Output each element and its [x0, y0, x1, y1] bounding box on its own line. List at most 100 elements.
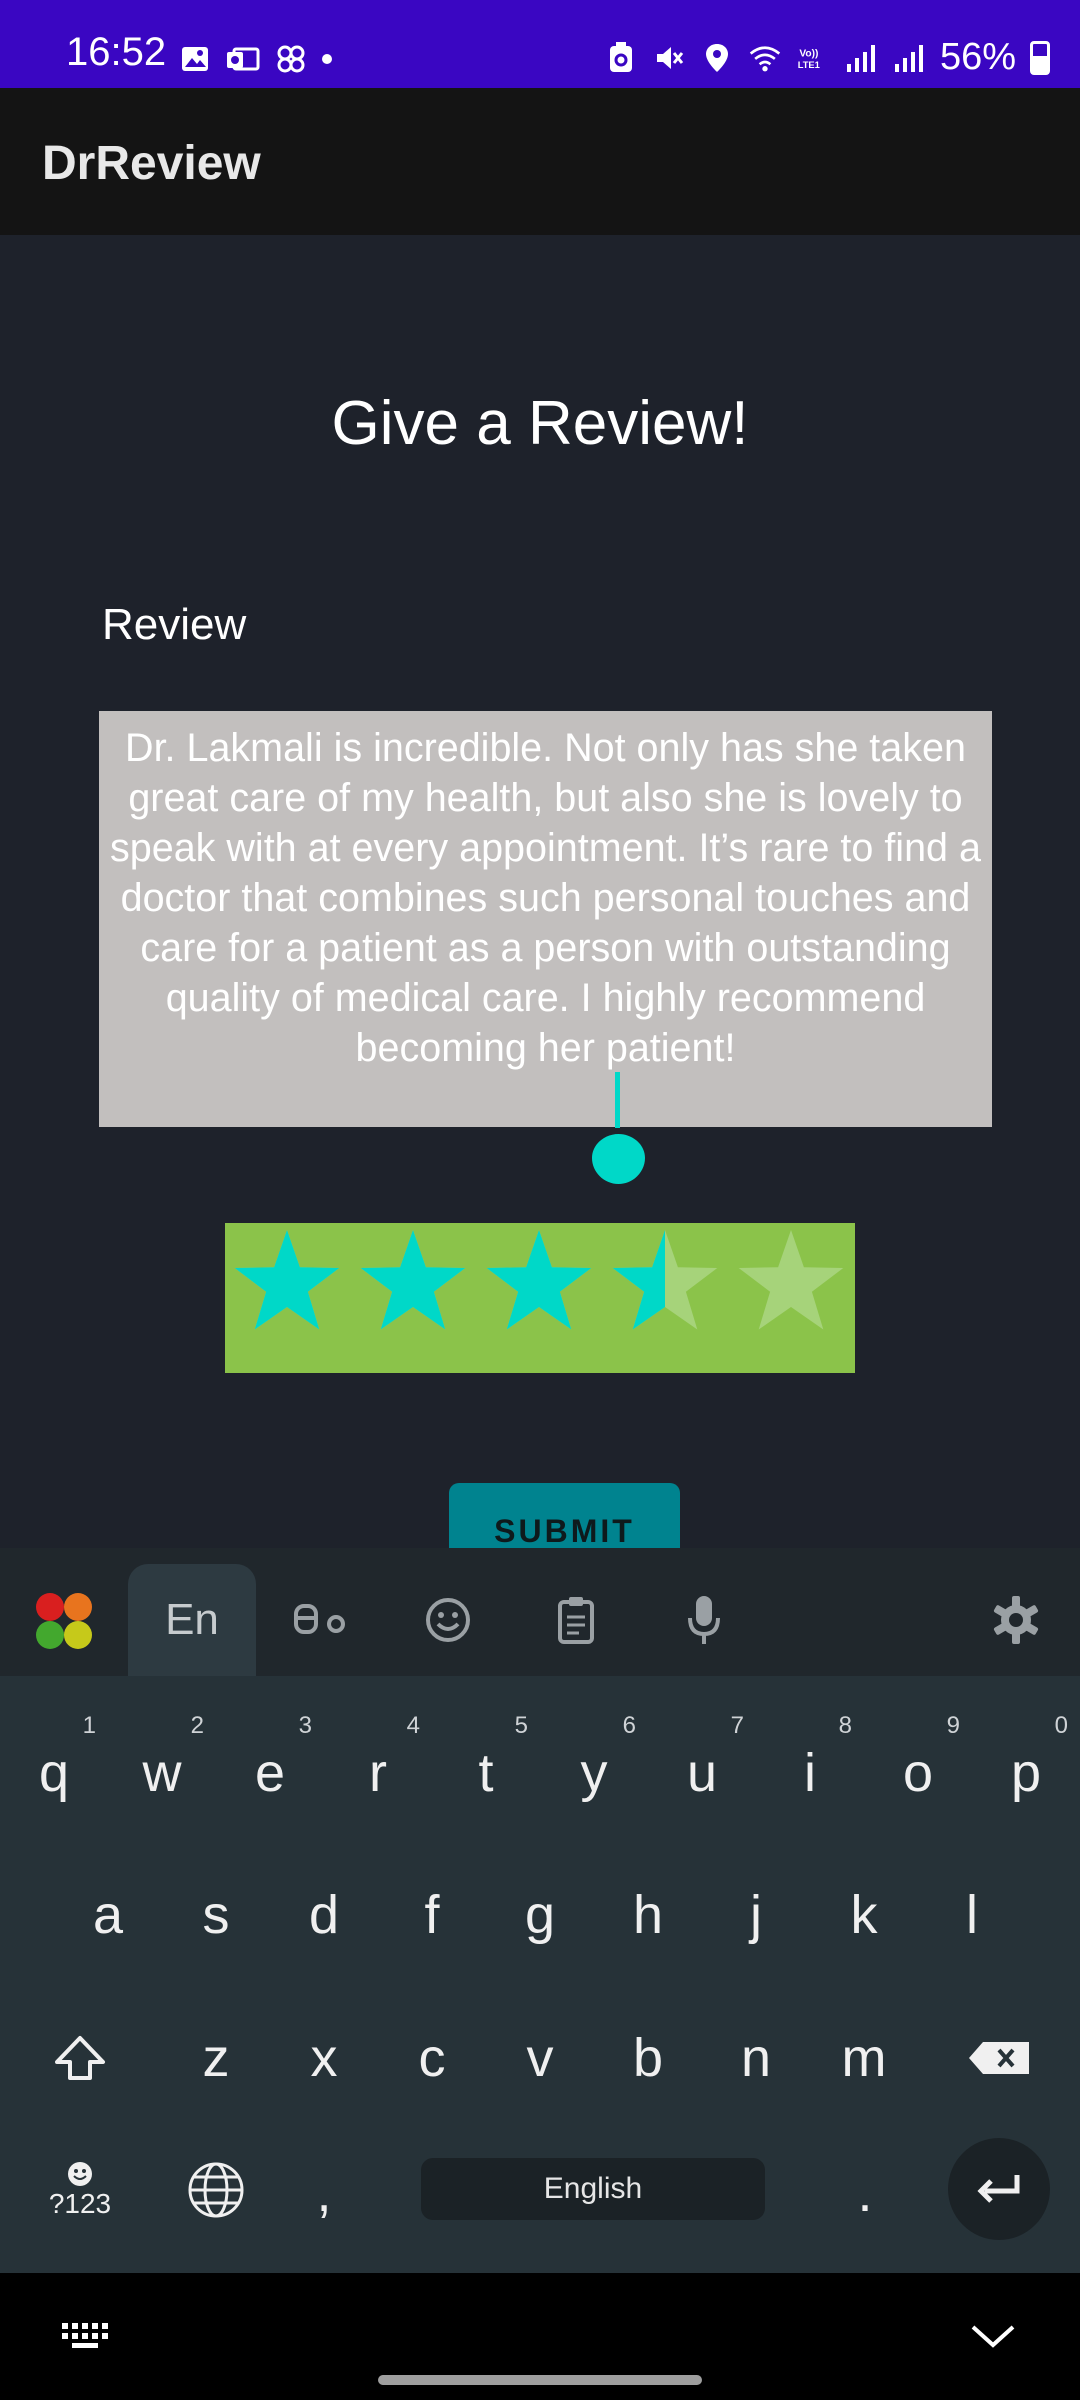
review-input[interactable]: Dr. Lakmali is incredible. Not only has …	[99, 711, 992, 1127]
key-label: z	[202, 2028, 230, 2088]
translate-icon[interactable]	[256, 1564, 384, 1676]
signal-sim1-icon	[844, 41, 878, 75]
key-t[interactable]: t5	[432, 1712, 540, 1828]
key-e[interactable]: e3	[216, 1712, 324, 1828]
key-o[interactable]: o9	[864, 1712, 972, 1828]
key-c[interactable]: c	[378, 2003, 486, 2113]
key-label: e	[254, 1743, 286, 1803]
key-label: x	[310, 2028, 338, 2088]
key-q[interactable]: q1	[0, 1712, 108, 1828]
app-bar: DrReview	[0, 88, 1080, 235]
text-cursor	[615, 1072, 620, 1128]
key-x[interactable]: x	[270, 2003, 378, 2113]
key-label: a	[92, 1885, 124, 1945]
key-i[interactable]: i8	[756, 1712, 864, 1828]
key-r[interactable]: r4	[324, 1712, 432, 1828]
backspace-key[interactable]	[940, 2003, 1060, 2113]
notification-icons	[178, 42, 332, 76]
key-label: s	[202, 1885, 230, 1945]
period-key[interactable]: .	[815, 2148, 915, 2238]
key-number-hint: 5	[514, 1712, 528, 1739]
globe-icon	[188, 2162, 244, 2218]
rating-star-fill-1	[234, 1230, 340, 1330]
key-number-hint: 6	[622, 1712, 636, 1739]
shift-key[interactable]	[20, 2003, 140, 2113]
home-gesture-handle[interactable]	[378, 2375, 702, 2385]
link-notification-icon	[274, 42, 308, 76]
key-label: l	[966, 1885, 978, 1945]
rating-star-5[interactable]	[738, 1230, 844, 1330]
key-label: b	[632, 2028, 664, 2088]
signal-sim2-icon	[892, 41, 926, 75]
navigation-bar	[0, 2273, 1080, 2400]
key-label: y	[580, 1743, 608, 1803]
key-number-hint: 0	[1054, 1712, 1068, 1739]
key-label: c	[418, 2028, 446, 2088]
emoji-icon[interactable]	[384, 1564, 512, 1676]
key-number-hint: 2	[190, 1712, 204, 1739]
language-tab[interactable]: En	[128, 1564, 256, 1676]
key-w[interactable]: w2	[108, 1712, 216, 1828]
svg-text:Vo)): Vo))	[799, 48, 818, 59]
emoji-small-icon	[68, 2162, 92, 2186]
clipboard-icon[interactable]	[512, 1564, 640, 1676]
key-n[interactable]: n	[702, 2003, 810, 2113]
cursor-handle[interactable]	[592, 1128, 645, 1184]
key-s[interactable]: s	[162, 1860, 270, 1970]
shift-icon	[55, 2036, 105, 2080]
enter-key[interactable]	[948, 2138, 1050, 2240]
key-number-hint: 1	[82, 1712, 96, 1739]
key-label: w	[142, 1743, 182, 1803]
key-label: d	[308, 1885, 340, 1945]
key-label: k	[850, 1885, 878, 1945]
status-bar: 16:52 Vo)) LTE1 56%	[0, 0, 1080, 88]
key-number-hint: 9	[946, 1712, 960, 1739]
key-u[interactable]: u7	[648, 1712, 756, 1828]
comma-key[interactable]: ,	[274, 2148, 374, 2238]
rating-star-fill-3	[486, 1230, 592, 1330]
key-a[interactable]: a	[54, 1860, 162, 1970]
key-b[interactable]: b	[594, 2003, 702, 2113]
microphone-icon[interactable]	[640, 1564, 768, 1676]
key-p[interactable]: p0	[972, 1712, 1080, 1828]
key-d[interactable]: d	[270, 1860, 378, 1970]
key-label: m	[841, 2028, 887, 2088]
key-f[interactable]: f	[378, 1860, 486, 1970]
keyboard-apps-icon[interactable]	[0, 1564, 128, 1676]
key-y[interactable]: y6	[540, 1712, 648, 1828]
volte-icon: Vo)) LTE1	[796, 41, 830, 75]
key-label: v	[526, 2028, 554, 2088]
globe-key[interactable]	[166, 2140, 266, 2240]
key-v[interactable]: v	[486, 2003, 594, 2113]
keyboard-toolbar: En	[0, 1548, 1080, 1676]
key-m[interactable]: m	[810, 2003, 918, 2113]
key-g[interactable]: g	[486, 1860, 594, 1970]
battery-percentage: 56%	[939, 36, 1016, 78]
symbols-key[interactable]: ?123	[20, 2145, 140, 2235]
key-label: t	[478, 1743, 494, 1803]
enter-icon	[977, 2175, 1020, 2203]
key-label: q	[38, 1743, 70, 1803]
review-text: Dr. Lakmali is incredible. Not only has …	[110, 726, 981, 1070]
key-number-hint: 3	[298, 1712, 312, 1739]
settings-icon[interactable]	[952, 1564, 1080, 1676]
rating-bar[interactable]	[225, 1223, 855, 1373]
key-label: u	[686, 1743, 718, 1803]
key-number-hint: 8	[838, 1712, 852, 1739]
space-key[interactable]: English	[421, 2158, 765, 2220]
mute-icon	[652, 41, 686, 75]
key-h[interactable]: h	[594, 1860, 702, 1970]
key-label: f	[424, 1885, 440, 1945]
hide-keyboard-icon[interactable]	[970, 2323, 1016, 2356]
key-z[interactable]: z	[162, 2003, 270, 2113]
key-l[interactable]: l	[918, 1860, 1026, 1970]
key-label: n	[740, 2028, 772, 2088]
more-notifications-dot	[322, 54, 332, 64]
key-j[interactable]: j	[702, 1860, 810, 1970]
key-k[interactable]: k	[810, 1860, 918, 1970]
keyboard-switch-icon[interactable]	[60, 2321, 112, 2356]
rating-stars	[234, 1230, 844, 1330]
key-label: o	[902, 1743, 934, 1803]
system-icons: Vo)) LTE1 56%	[604, 36, 1050, 79]
battery-icon	[1030, 40, 1050, 75]
